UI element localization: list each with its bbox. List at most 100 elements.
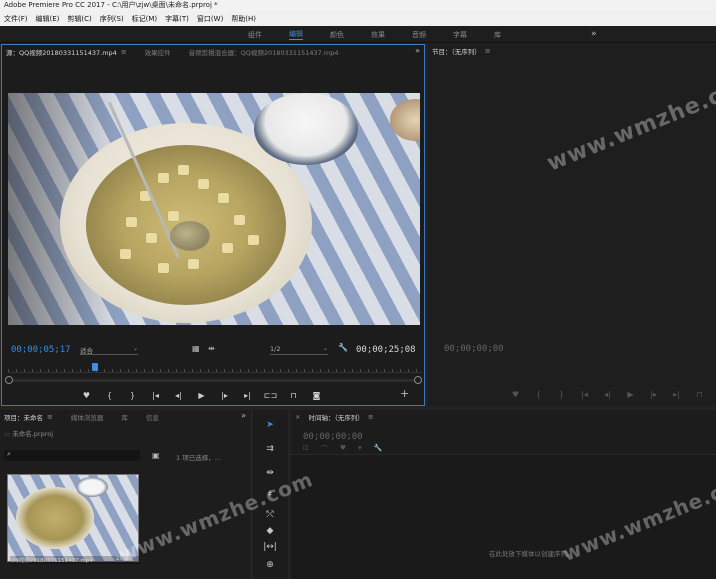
tab-libraries[interactable]: 库 (121, 412, 128, 422)
video-cube (126, 217, 137, 227)
timeline-timecode[interactable]: 00;00;00;00 (303, 432, 363, 442)
panel-overflow-icon[interactable]: » (241, 411, 246, 420)
video-spoon-head (170, 221, 210, 251)
panel-menu-icon[interactable]: ≡ (47, 413, 53, 421)
ripple-edit-tool-icon[interactable]: ⇹ (262, 468, 278, 478)
menu-file[interactable]: 文件(F) (0, 14, 32, 24)
workspace-tab-color[interactable]: 颜色 (330, 30, 344, 40)
program-timecode[interactable]: 00;00;00;00 (444, 344, 504, 354)
slip-tool-icon[interactable]: ◆ (262, 526, 278, 536)
go-to-in-icon[interactable]: |◂ (144, 391, 167, 400)
workspace-tab-effects[interactable]: 效果 (371, 30, 385, 40)
lift-icon[interactable]: ⊓ (688, 390, 711, 399)
menu-bar: 文件(F) 编辑(E) 剪辑(C) 序列(S) 标记(M) 字幕(T) 窗口(W… (0, 11, 716, 26)
source-zoom-scrollbar[interactable] (8, 379, 418, 382)
source-resolution-value: 1/2 (270, 345, 281, 353)
zoom-handle-right[interactable] (414, 376, 422, 384)
menu-edit[interactable]: 编辑(E) (32, 14, 64, 24)
project-file-name: 未命名.prproj (12, 430, 54, 438)
panel-menu-icon[interactable]: ≡ (485, 47, 491, 55)
selection-tool-icon[interactable]: ➤ (262, 420, 278, 430)
step-back-icon[interactable]: ◂| (596, 390, 619, 399)
panel-menu-icon[interactable]: ≡ (368, 413, 374, 421)
tab-effect-controls[interactable]: 效果控件 (145, 47, 171, 57)
mark-out-icon[interactable]: } (121, 391, 144, 400)
drag-video-audio-icon[interactable]: ⇹ (208, 344, 215, 353)
mark-in-icon[interactable]: { (527, 390, 550, 399)
slide-tool-icon[interactable]: |↔| (262, 542, 278, 552)
workspace-tabs: 组件 编辑 颜色 效果 音频 字幕 库 (248, 26, 528, 43)
track-select-tool-icon[interactable]: ⇉ (262, 444, 278, 454)
source-panel-tabs: 源：QQ视频20180331151437.mp4 ≡ 效果控件 音频剪辑混合器：… (2, 45, 424, 59)
zoom-handle-left[interactable] (5, 376, 13, 384)
plus-icon[interactable]: + (400, 387, 409, 400)
video-cube (248, 235, 259, 245)
tab-source[interactable]: 源：QQ视频20180331151437.mp4 (6, 47, 117, 57)
menu-help[interactable]: 帮助(H) (227, 14, 260, 24)
video-cube (198, 179, 209, 189)
timeline-display-settings-icon[interactable]: ▾ (358, 444, 362, 454)
workspace-tab-editing[interactable]: 编辑 (289, 29, 303, 40)
tab-timeline[interactable]: 时间轴：（无序列） (308, 412, 363, 422)
razor-tool-icon[interactable]: ⤲ (262, 510, 278, 520)
menu-clip[interactable]: 剪辑(C) (63, 14, 95, 24)
menu-window[interactable]: 窗口(W) (193, 14, 227, 24)
program-transport-controls: ♥ { } |◂ ◂| ▶ |▸ ▸| ⊓ (504, 388, 711, 400)
go-to-out-icon[interactable]: ▸| (236, 391, 259, 400)
video-cube (168, 211, 179, 221)
source-playhead[interactable] (91, 363, 98, 371)
step-forward-icon[interactable]: |▸ (642, 390, 665, 399)
source-resolution-select[interactable]: 1/2 ⌄ (270, 345, 328, 355)
source-time-ruler[interactable] (8, 363, 422, 373)
play-icon[interactable]: ▶ (190, 391, 213, 400)
menu-sequence[interactable]: 序列(S) (96, 14, 128, 24)
tab-audio-clip-mixer[interactable]: 音频剪辑混合器：QQ视频20180331151437.mp4 (189, 47, 339, 57)
overwrite-icon[interactable]: ⊓ (282, 391, 305, 400)
add-marker-icon[interactable]: ♥ (75, 391, 98, 400)
workspace-tab-audio[interactable]: 音频 (412, 30, 426, 40)
menu-marker[interactable]: 标记(M) (128, 14, 162, 24)
go-to-in-icon[interactable]: |◂ (573, 390, 596, 399)
panel-overflow-icon[interactable]: » (415, 46, 420, 55)
project-panel-tabs: 项目：未命名 ≡ 媒体浏览器 库 信息 » (0, 410, 250, 424)
go-to-out-icon[interactable]: ▸| (665, 390, 688, 399)
project-search-input[interactable]: ⌕ (4, 450, 140, 461)
play-icon[interactable]: ▶ (619, 390, 642, 399)
timeline-toolbar: ⊡ ⌒ ♥ ▾ 🔧 (303, 444, 382, 454)
video-cube (178, 165, 189, 175)
tab-program[interactable]: 节目：（无序列） (432, 46, 481, 56)
panel-menu-icon[interactable]: ≡ (121, 48, 127, 56)
video-cube (218, 193, 229, 203)
pen-tool-icon[interactable]: ⊕ (262, 560, 278, 570)
camera-icon[interactable]: ◙ (305, 391, 328, 400)
menu-title[interactable]: 字幕(T) (161, 14, 193, 24)
workspace-tab-titles[interactable]: 字幕 (453, 30, 467, 40)
tab-info[interactable]: 信息 (146, 412, 159, 422)
workspace-overflow-icon[interactable]: » (591, 29, 597, 39)
step-forward-icon[interactable]: |▸ (213, 391, 236, 400)
tab-project[interactable]: 项目：未命名 (4, 412, 43, 422)
add-marker-icon[interactable]: ♥ (340, 444, 346, 454)
source-video-frame[interactable] (8, 93, 420, 325)
tab-media-browser[interactable]: 媒体浏览器 (71, 412, 104, 422)
wrench-icon[interactable]: 🔧 (374, 444, 383, 454)
insert-icon[interactable]: ⊏⊐ (259, 391, 282, 400)
source-current-timecode[interactable]: 00;00;05;17 (11, 345, 71, 355)
export-frame-settings-icon[interactable]: ▦ (192, 344, 200, 353)
wrench-icon[interactable]: 🔧 (338, 343, 348, 352)
search-icon: ⌕ (7, 450, 11, 458)
snap-icon[interactable]: ⊡ (303, 444, 309, 454)
step-back-icon[interactable]: ◂| (167, 391, 190, 400)
mark-out-icon[interactable]: } (550, 390, 573, 399)
add-marker-icon[interactable]: ♥ (504, 390, 527, 399)
workspace-tab-assembly[interactable]: 组件 (248, 30, 262, 40)
mark-in-icon[interactable]: { (98, 391, 121, 400)
close-icon[interactable]: × (295, 413, 300, 421)
chevron-down-icon: ⌄ (322, 345, 328, 352)
linked-selection-icon[interactable]: ⌒ (321, 444, 328, 454)
folder-icon[interactable]: ▣ (152, 451, 160, 460)
workspace-tab-libraries[interactable]: 库 (494, 30, 501, 40)
source-fit-select[interactable]: 适合 ⌄ (80, 345, 138, 355)
window-title: Adobe Premiere Pro CC 2017 - C:\用户\zjw\桌… (4, 1, 218, 9)
thumb-bowl (16, 487, 94, 549)
